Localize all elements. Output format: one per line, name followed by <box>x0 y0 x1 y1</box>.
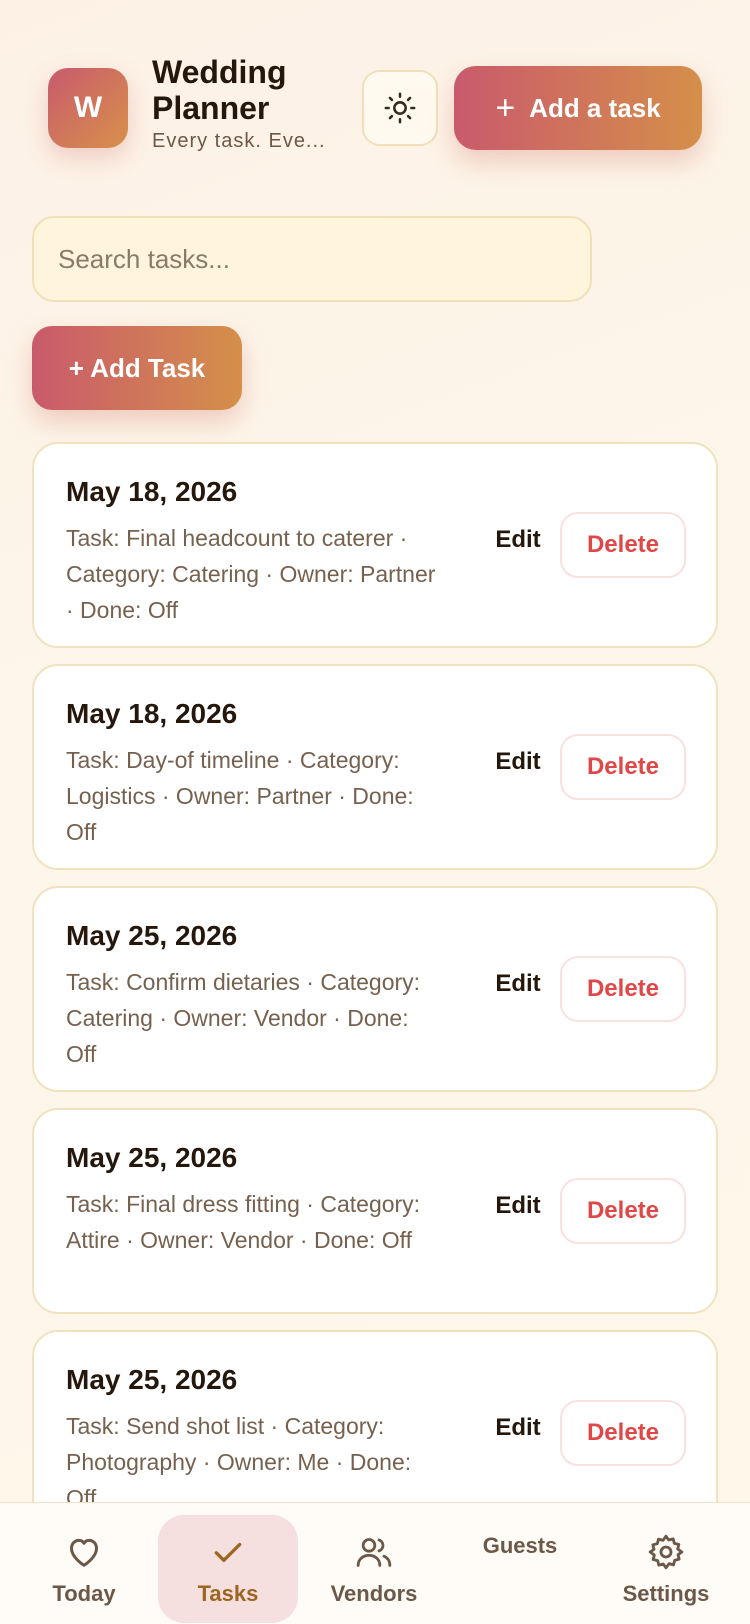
tab-guests[interactable]: Guests <box>450 1515 590 1623</box>
users-icon <box>353 1529 395 1575</box>
tab-vendors[interactable]: Vendors <box>304 1515 444 1623</box>
app-subtitle: Every task. Eve... <box>152 130 326 152</box>
tab-label: Tasks <box>197 1581 259 1606</box>
task-description: Task: Confirm dietaries · Category: Cate… <box>66 969 421 1067</box>
task-card: May 18, 2026 Task: Day-of timeline · Cat… <box>32 664 718 870</box>
task-description: Task: Final headcount to caterer · Categ… <box>66 525 436 623</box>
edit-button[interactable]: Edit <box>476 730 560 794</box>
task-date: May 18, 2026 <box>66 698 238 729</box>
tab-label: Today <box>52 1581 116 1606</box>
check-icon <box>208 1529 248 1575</box>
sun-icon <box>384 92 416 124</box>
task-card: May 18, 2026 Task: Final headcount to ca… <box>32 442 718 648</box>
search-input[interactable] <box>32 216 592 302</box>
tab-settings[interactable]: Settings <box>596 1515 736 1623</box>
tab-tasks[interactable]: Tasks <box>158 1515 298 1623</box>
bottom-tab-bar: Today Tasks Vendors Guests Settings <box>0 1502 750 1624</box>
task-list: May 18, 2026 Task: Final headcount to ca… <box>32 442 718 1552</box>
gear-icon <box>646 1529 686 1575</box>
plus-icon: + <box>495 89 516 127</box>
app-avatar: W <box>48 68 128 148</box>
task-date: May 25, 2026 <box>66 1142 238 1173</box>
task-date: May 18, 2026 <box>66 476 238 507</box>
tab-label: Guests <box>482 1533 558 1558</box>
tab-label: Vendors <box>330 1581 418 1606</box>
tab-today[interactable]: Today <box>14 1515 154 1623</box>
add-a-task-label: Add a task <box>529 92 661 123</box>
task-description: Task: Send shot list · Category: Photogr… <box>66 1413 412 1511</box>
delete-button[interactable]: Delete <box>560 734 686 800</box>
task-date: May 25, 2026 <box>66 1364 238 1395</box>
tab-label: Settings <box>622 1581 710 1606</box>
delete-button[interactable]: Delete <box>560 1400 686 1466</box>
add-a-task-button[interactable]: + Add a task <box>454 66 702 150</box>
edit-button[interactable]: Edit <box>476 1174 560 1238</box>
task-card: May 25, 2026 Task: Confirm dietaries · C… <box>32 886 718 1092</box>
edit-button[interactable]: Edit <box>476 952 560 1016</box>
task-date: May 25, 2026 <box>66 920 238 951</box>
task-description: Task: Final dress fitting · Category: At… <box>66 1191 421 1253</box>
app-header: W Wedding Planner Every task. Eve... + A… <box>0 0 750 190</box>
heart-icon <box>64 1529 104 1575</box>
edit-button[interactable]: Edit <box>476 508 560 572</box>
theme-toggle-button[interactable] <box>362 70 438 146</box>
delete-button[interactable]: Delete <box>560 956 686 1022</box>
app-title: Wedding Planner <box>152 54 287 126</box>
task-description: Task: Day-of timeline · Category: Logist… <box>66 747 414 845</box>
edit-button[interactable]: Edit <box>476 1396 560 1460</box>
delete-button[interactable]: Delete <box>560 1178 686 1244</box>
add-task-button[interactable]: + Add Task <box>32 326 242 410</box>
task-card: May 25, 2026 Task: Final dress fitting ·… <box>32 1108 718 1314</box>
delete-button[interactable]: Delete <box>560 512 686 578</box>
